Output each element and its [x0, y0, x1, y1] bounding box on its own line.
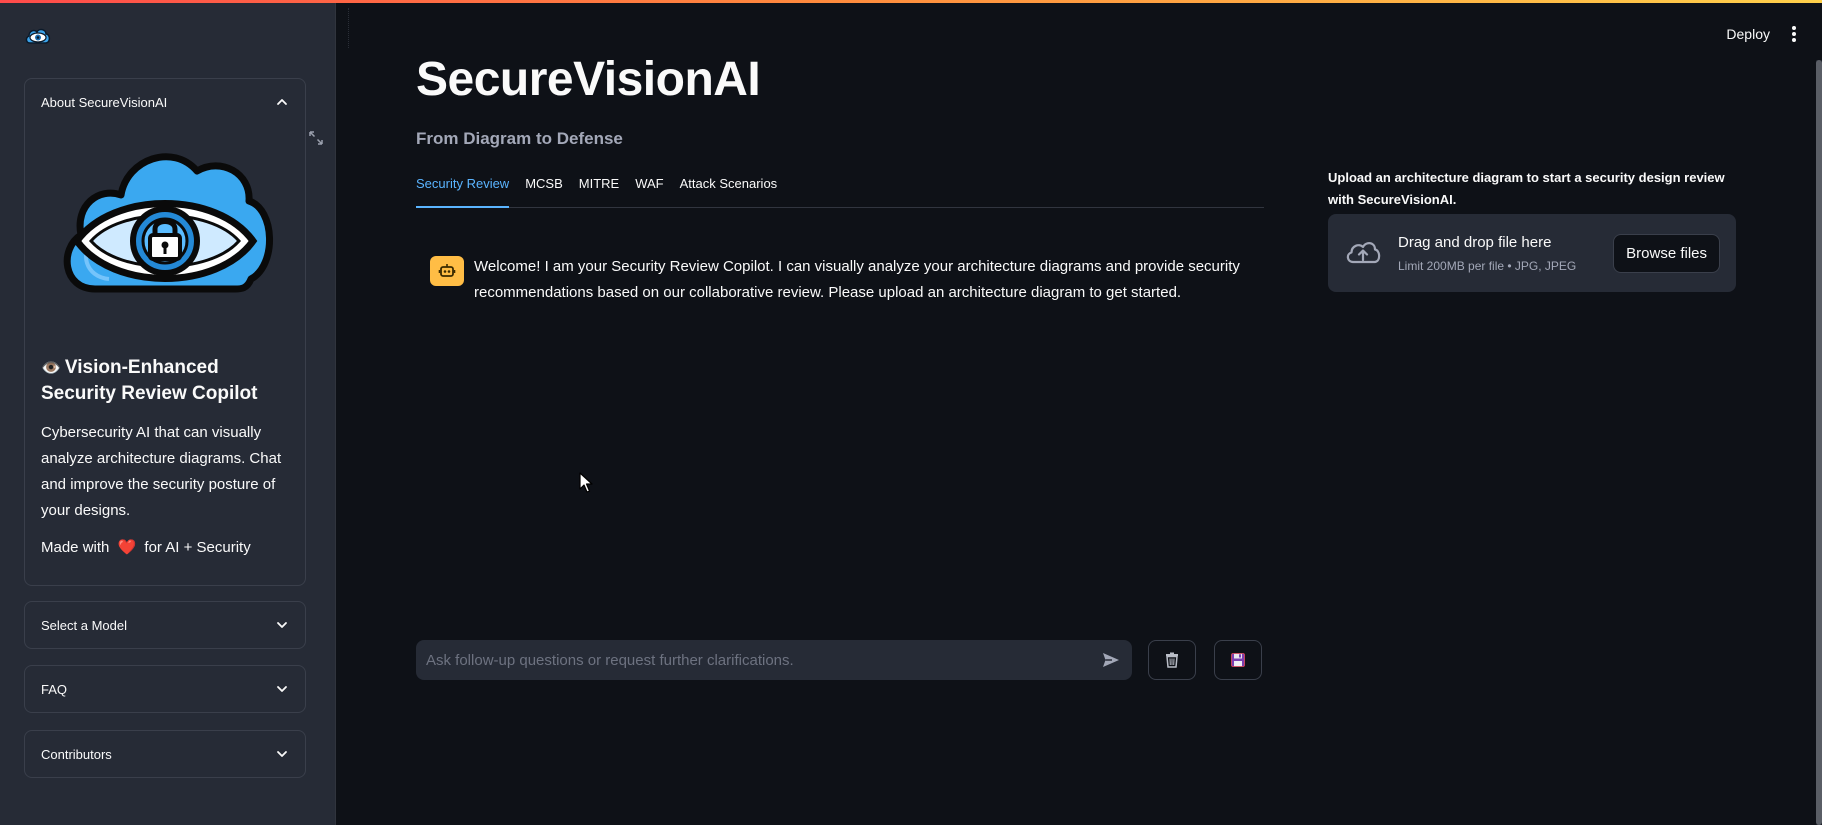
- send-icon[interactable]: [1100, 649, 1122, 671]
- faq-expander-label: FAQ: [41, 681, 68, 697]
- tab-mitre[interactable]: MITRE: [579, 176, 619, 208]
- file-dropzone[interactable]: Drag and drop file here Limit 200MB per …: [1328, 214, 1736, 292]
- header-actions: Deploy: [1726, 26, 1796, 42]
- more-options-icon[interactable]: [1792, 26, 1796, 42]
- cloud-upload-icon: [1346, 242, 1381, 264]
- tab-bar: Security Review MCSB MITRE WAF Attack Sc…: [416, 176, 1264, 208]
- model-expander[interactable]: Select a Model: [24, 601, 306, 649]
- save-chat-button[interactable]: [1214, 640, 1262, 680]
- deploy-button[interactable]: Deploy: [1726, 26, 1770, 42]
- about-description: Cybersecurity AI that can visually analy…: [41, 424, 282, 519]
- chevron-up-icon: [277, 99, 287, 105]
- made-with-suffix: for AI + Security: [144, 539, 251, 556]
- chat-input[interactable]: [426, 651, 1100, 669]
- faq-expander[interactable]: FAQ: [24, 665, 306, 713]
- assistant-message-text: Welcome! I am your Security Review Copil…: [474, 258, 1240, 301]
- tab-mcsb[interactable]: MCSB: [525, 176, 563, 208]
- tab-waf[interactable]: WAF: [635, 176, 663, 208]
- page-scrollbar[interactable]: [1816, 60, 1822, 825]
- decorative-guide: [348, 8, 380, 48]
- browse-files-button[interactable]: Browse files: [1613, 233, 1720, 273]
- expand-image-icon[interactable]: [308, 130, 324, 146]
- tab-attack-scenarios[interactable]: Attack Scenarios: [680, 176, 778, 208]
- tab-security-review[interactable]: Security Review: [416, 176, 510, 208]
- dropzone-title: Drag and drop file here: [1398, 233, 1552, 251]
- mouse-cursor-icon: [579, 472, 593, 493]
- eye-cloud-logo-icon[interactable]: [24, 24, 52, 50]
- page-subtitle: From Diagram to Defense: [416, 129, 623, 148]
- about-expander: About SecureVisionAI 👁️ Vision-Enhanced S…: [24, 78, 306, 586]
- model-expander-label: Select a Model: [41, 617, 127, 633]
- chevron-down-icon: [277, 622, 287, 628]
- dropzone-limit: Limit 200MB per file • JPG, JPEG: [1398, 258, 1577, 273]
- chevron-down-icon: [277, 686, 287, 692]
- chevron-down-icon: [277, 751, 287, 757]
- chat-input-container: [416, 640, 1132, 680]
- about-heading-text: Vision-Enhanced Security Review Copilot: [41, 357, 258, 404]
- page-title: SecureVisionAI: [416, 53, 761, 106]
- eye-icon: 👁️: [41, 360, 61, 377]
- about-made-with: Made with ❤️ for AI + Security: [41, 538, 289, 556]
- securevision-logo-art: [63, 153, 273, 293]
- trash-icon: [1166, 652, 1178, 668]
- contributors-expander[interactable]: Contributors: [24, 730, 306, 778]
- about-expander-header[interactable]: About SecureVisionAI: [25, 79, 305, 125]
- save-icon: [1231, 653, 1245, 667]
- robot-icon: [430, 256, 464, 286]
- about-heading: 👁️ Vision-Enhanced Security Review Copilo…: [41, 355, 289, 406]
- heart-icon: ❤️: [117, 539, 137, 556]
- clear-chat-button[interactable]: [1148, 640, 1196, 680]
- contributors-expander-label: Contributors: [41, 746, 112, 762]
- top-decoration-bar: [0, 0, 1822, 3]
- sidebar: About SecureVisionAI 👁️ Vision-Enhanced S…: [0, 0, 336, 825]
- assistant-message: Welcome! I am your Security Review Copil…: [430, 254, 1260, 306]
- made-with-prefix: Made with: [41, 539, 110, 556]
- upload-label: Upload an architecture diagram to start …: [1328, 170, 1725, 207]
- about-expander-label: About SecureVisionAI: [41, 94, 168, 110]
